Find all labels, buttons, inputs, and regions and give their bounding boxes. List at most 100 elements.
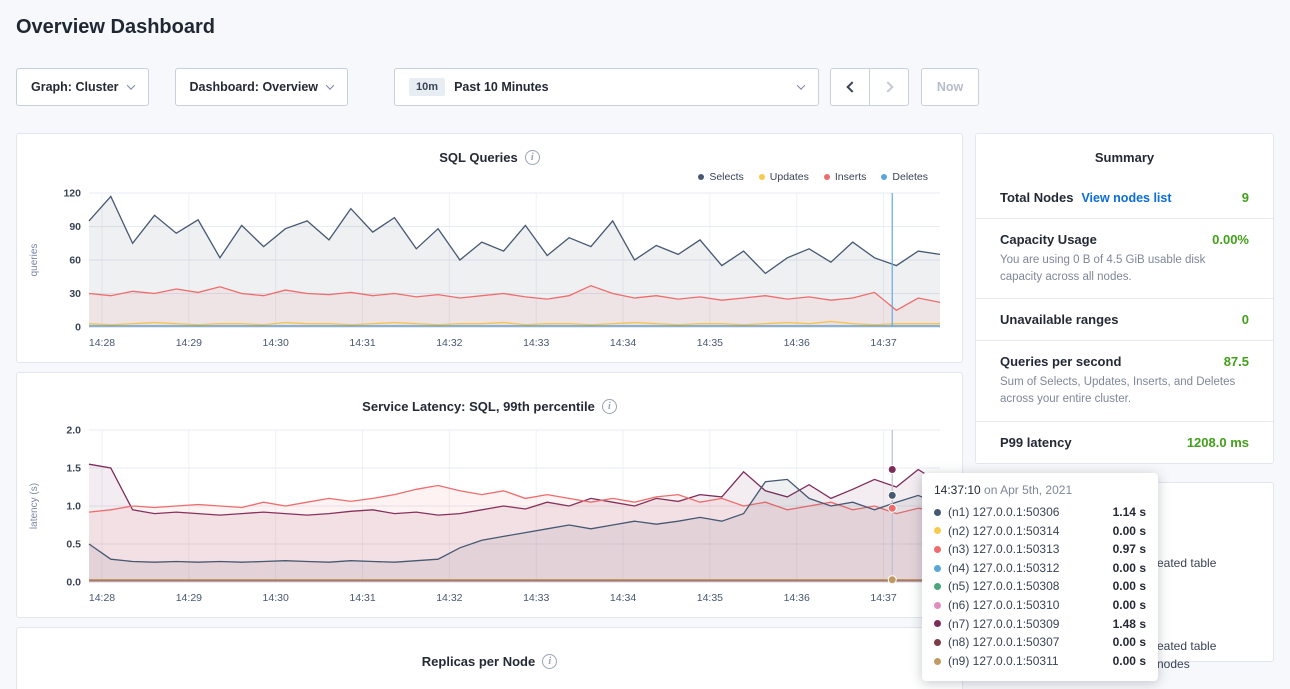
svg-text:14:32: 14:32 [436, 592, 462, 604]
graph-dropdown-label: Graph: Cluster [31, 80, 119, 94]
event-text-fragment: eated table [1157, 556, 1216, 570]
chevron-down-icon [797, 81, 805, 89]
view-nodes-list-link[interactable]: View nodes list [1081, 191, 1171, 205]
tooltip-row: (n6) 127.0.0.1:503100.00 s [934, 596, 1146, 615]
node-color-dot-icon [934, 620, 941, 627]
svg-text:latency (s): latency (s) [29, 483, 40, 529]
tooltip-node-label: (n5) 127.0.0.1:50308 [948, 577, 1059, 596]
tooltip-row: (n2) 127.0.0.1:503140.00 s [934, 522, 1146, 541]
tooltip-node-value: 0.97 s [1113, 540, 1146, 559]
capacity-usage-value: 0.00% [1212, 232, 1249, 247]
info-icon[interactable]: i [602, 399, 617, 414]
chart-svg: queries14:2814:2914:3014:3114:3214:3314:… [25, 185, 954, 353]
chart-title: Service Latency: SQL, 99th percentile [362, 399, 595, 414]
service-latency-chart[interactable]: latency (s) 14:28 14:29 14:30 14:31 14:32 14:3… [25, 422, 954, 613]
summary-row-qps: Queries per second 87.5 Sum of Selects, … [976, 340, 1273, 420]
service-latency-card: Service Latency: SQL, 99th percentile i … [16, 372, 963, 618]
event-text-fragment: nodes [1157, 657, 1190, 671]
time-next-button[interactable] [869, 68, 909, 106]
node-color-dot-icon [934, 639, 941, 646]
summary-row-unavailable-ranges: Unavailable ranges 0 [976, 298, 1273, 340]
svg-text:14:29: 14:29 [176, 337, 202, 349]
unavailable-ranges-label: Unavailable ranges [1000, 312, 1119, 327]
chart-title: Replicas per Node [422, 654, 535, 669]
tooltip-node-value: 0.00 s [1113, 633, 1146, 652]
tooltip-row: (n3) 127.0.0.1:50313 0.97 s [934, 540, 1146, 559]
svg-text:14:32: 14:32 [436, 337, 462, 349]
svg-text:14:34: 14:34 [610, 592, 636, 604]
time-pager [830, 68, 909, 106]
legend-item-inserts[interactable]: Inserts [824, 171, 867, 183]
graph-dropdown[interactable]: Graph: Cluster [16, 68, 149, 106]
tooltip-node-label: (n9) 127.0.0.1:50311 [948, 652, 1059, 671]
svg-text:0.0: 0.0 [66, 577, 81, 589]
svg-text:14:36: 14:36 [784, 592, 810, 604]
svg-text:60: 60 [69, 255, 81, 267]
tooltip-time: 14:37:10 [934, 483, 981, 497]
svg-text:0.5: 0.5 [66, 539, 81, 551]
tooltip-row: (n5) 127.0.0.1:50308 0.00 s [934, 577, 1146, 596]
svg-text:14:29: 14:29 [176, 592, 202, 604]
tooltip-timestamp: 14:37:10 on Apr 5th, 2021 [934, 483, 1146, 497]
svg-text:14:30: 14:30 [263, 337, 289, 349]
tooltip-row: (n7) 127.0.0.1:503091.48 s [934, 615, 1146, 634]
tooltip-node-value: 0.00 s [1113, 577, 1146, 596]
chart-hover-tooltip: 14:37:10 on Apr 5th, 2021 (n1) 127.0.0.1… [922, 473, 1158, 681]
tooltip-node-value: 0.00 s [1113, 596, 1146, 615]
tooltip-node-label: (n3) 127.0.0.1:50313 [948, 540, 1059, 559]
svg-text:queries: queries [29, 244, 40, 277]
tooltip-node-label: (n4) 127.0.0.1:50312 [948, 559, 1059, 578]
svg-text:14:31: 14:31 [349, 592, 375, 604]
svg-text:90: 90 [69, 221, 81, 233]
time-range-badge: 10m [409, 78, 445, 96]
svg-text:14:30: 14:30 [263, 592, 289, 604]
svg-text:14:35: 14:35 [697, 592, 723, 604]
legend-item-deletes[interactable]: Deletes [881, 171, 928, 183]
controls-bar: Graph: Cluster Dashboard: Overview 10m P… [0, 40, 1290, 133]
total-nodes-label: Total Nodes [1000, 190, 1073, 205]
time-prev-button[interactable] [830, 68, 870, 106]
sql-queries-chart[interactable]: queries14:2814:2914:3014:3114:3214:3314:… [25, 185, 954, 358]
svg-text:120: 120 [63, 188, 81, 200]
svg-text:1.0: 1.0 [66, 501, 81, 513]
capacity-usage-label: Capacity Usage [1000, 232, 1097, 247]
info-icon[interactable]: i [525, 150, 540, 165]
chevron-down-icon [326, 81, 334, 89]
now-button[interactable]: Now [921, 68, 979, 106]
summary-card: Summary Total Nodes View nodes list 9 Ca… [975, 133, 1274, 464]
overview-dashboard-page: Overview Dashboard Graph: Cluster Dashbo… [0, 0, 1290, 689]
legend-dot-icon [698, 174, 704, 180]
time-range-selector[interactable]: 10m Past 10 Minutes [394, 68, 819, 106]
summary-row-capacity: Capacity Usage 0.00% You are using 0 B o… [976, 218, 1273, 298]
legend-item-updates[interactable]: Updates [759, 171, 809, 183]
node-color-dot-icon [934, 602, 941, 609]
chevron-right-icon [882, 81, 893, 92]
svg-text:14:33: 14:33 [523, 592, 549, 604]
charts-column: SQL Queries i Selects Updates Inserts Delet… [16, 133, 963, 689]
tooltip-node-label: (n1) 127.0.0.1:50306 [948, 503, 1059, 522]
chart-title: SQL Queries [439, 150, 518, 165]
tooltip-row: (n1) 127.0.0.1:50306 1.14 s [934, 503, 1146, 522]
qps-desc: Sum of Selects, Updates, Inserts, and De… [1000, 374, 1249, 407]
summary-row-total-nodes: Total Nodes View nodes list 9 [976, 177, 1273, 218]
summary-title: Summary [976, 134, 1273, 177]
svg-text:14:37: 14:37 [870, 337, 896, 349]
svg-text:14:34: 14:34 [610, 337, 636, 349]
p99-latency-label: P99 latency [1000, 435, 1072, 450]
tooltip-row: (n9) 127.0.0.1:503110.00 s [934, 652, 1146, 671]
node-color-dot-icon [934, 509, 941, 516]
dashboard-dropdown[interactable]: Dashboard: Overview [175, 68, 349, 106]
svg-text:14:28: 14:28 [89, 337, 115, 349]
tooltip-node-label: (n8) 127.0.0.1:50307 [948, 633, 1059, 652]
info-icon[interactable]: i [542, 654, 557, 669]
unavailable-ranges-value: 0 [1242, 312, 1249, 327]
qps-label: Queries per second [1000, 354, 1121, 369]
chevron-down-icon [126, 81, 134, 89]
tooltip-node-value: 1.14 s [1113, 503, 1146, 522]
sql-queries-title-row: SQL Queries i [25, 144, 954, 167]
tooltip-row: (n8) 127.0.0.1:50307 0.00 s [934, 633, 1146, 652]
legend-item-selects[interactable]: Selects [698, 171, 743, 183]
svg-text:30: 30 [69, 288, 81, 300]
tooltip-node-value: 0.00 s [1113, 522, 1146, 541]
svg-text:14:28: 14:28 [89, 592, 115, 604]
